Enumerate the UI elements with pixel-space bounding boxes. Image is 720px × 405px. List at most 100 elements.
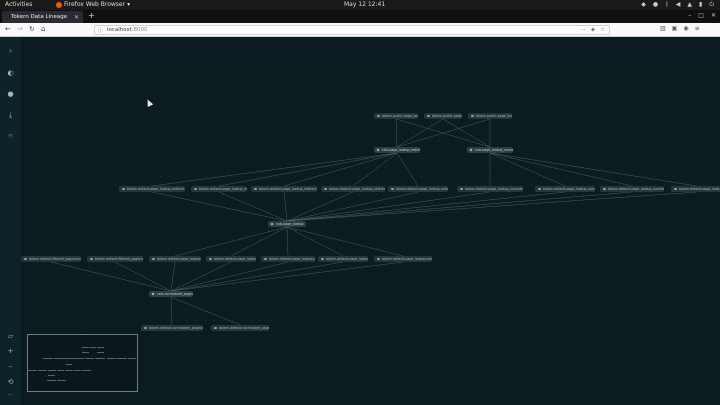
column-node[interactable]: tokern.default.filtered_pagecounts.date bbox=[21, 256, 81, 262]
column-node[interactable]: tokern.default.page_lookup_nonredirect.t… bbox=[600, 186, 664, 192]
column-node[interactable]: tokern.public.page_lookup_title bbox=[468, 113, 512, 119]
minimap[interactable] bbox=[27, 334, 138, 392]
bookmark-star-icon[interactable]: ☆ bbox=[600, 27, 605, 33]
lineage-canvas[interactable]: tokern.public.page_lookup tokern.public.p… bbox=[21, 37, 720, 405]
lineage-edge bbox=[489, 152, 633, 187]
minimize-icon[interactable]: – bbox=[688, 12, 691, 19]
column-node[interactable]: tokern.default.page_lookup_redirect.redi… bbox=[321, 186, 385, 192]
forward-icon[interactable]: → bbox=[17, 25, 23, 33]
lineage-edge bbox=[286, 191, 354, 222]
tab-bar: Tokern Data Lineage ✕ + – □ ✕ bbox=[0, 10, 720, 23]
column-node[interactable]: tokern.default.page_lookup.page_version bbox=[261, 256, 315, 262]
minimap-node bbox=[38, 369, 47, 371]
column-node[interactable]: tokern.default.page_lookup_nonredirect.p… bbox=[535, 186, 595, 192]
minimap-node bbox=[95, 358, 106, 360]
column-node[interactable]: tokern.default.page_lookup.true_title bbox=[206, 256, 256, 262]
lineage-edge bbox=[230, 226, 288, 257]
app-menu[interactable]: Firefox Web Browser ▾ bbox=[56, 1, 130, 8]
column-node[interactable]: tokern.default.page_lookup_redirect.page… bbox=[191, 186, 247, 192]
clock[interactable]: May 12 12:41 bbox=[344, 1, 385, 8]
lineage-edge bbox=[174, 226, 288, 257]
minimap-node bbox=[73, 369, 82, 371]
minimap-node bbox=[65, 369, 74, 371]
column-node[interactable]: tokern.default.page_lookup.redirect_id bbox=[318, 256, 368, 262]
model-node[interactable]: calc.page_lookup_nonredirect bbox=[467, 147, 513, 153]
system-tray[interactable]: ◆ ● ᛒ ◀ ▲ ▮ ⏻ bbox=[641, 1, 714, 9]
minimap-node bbox=[57, 380, 67, 382]
reload-icon[interactable]: ↻ bbox=[29, 25, 35, 33]
model-node[interactable]: calc.page_lookup_redirect bbox=[374, 147, 420, 153]
lineage-edge bbox=[286, 226, 289, 257]
zoom-in-icon[interactable]: + bbox=[5, 347, 16, 355]
minimap-node bbox=[107, 358, 117, 360]
activities-button[interactable]: Activities bbox=[5, 1, 32, 8]
download-icon[interactable]: ⤓ bbox=[5, 111, 16, 120]
column-node[interactable]: tokern.default.filtered_pagecounts.views bbox=[87, 256, 143, 262]
lineage-edge bbox=[489, 152, 698, 187]
column-node[interactable]: tokern.default.page_lookup.page_id bbox=[149, 256, 201, 262]
lineage-edge bbox=[283, 152, 398, 187]
tab-tokern-data-lineage[interactable]: Tokern Data Lineage ✕ bbox=[2, 11, 83, 23]
info-icon[interactable]: ⓘ bbox=[98, 27, 103, 34]
lineage-edge bbox=[218, 191, 288, 222]
lineage-edge bbox=[395, 118, 398, 148]
minimap-node bbox=[66, 364, 72, 365]
expand-icon[interactable]: › bbox=[5, 47, 16, 55]
database-icon[interactable]: ≋ bbox=[5, 132, 16, 140]
new-tab-button[interactable]: + bbox=[88, 11, 95, 20]
minimap-node bbox=[54, 358, 63, 360]
column-node[interactable]: tokern.default.page_lookup_nonredirect.t… bbox=[671, 186, 720, 192]
home-icon[interactable]: ⌂ bbox=[41, 25, 45, 33]
lineage-edge bbox=[170, 261, 289, 292]
battery-icon: ▮ bbox=[698, 1, 703, 8]
shield-icon: ◆ bbox=[641, 1, 646, 8]
zoom-level: ⋯ bbox=[8, 392, 13, 398]
column-node[interactable]: tokern.public.page_lookup bbox=[374, 113, 418, 119]
map-icon[interactable]: ▱ bbox=[5, 332, 16, 340]
lineage-edge bbox=[442, 118, 491, 148]
column-node[interactable]: tokern.public.page_lookup_id bbox=[424, 113, 462, 119]
maximize-icon[interactable]: □ bbox=[698, 12, 704, 19]
lineage-edge bbox=[170, 296, 241, 326]
model-node[interactable]: calc.normalized_pagecounts bbox=[149, 291, 193, 297]
account-icon[interactable]: ◉ bbox=[683, 25, 688, 32]
navigation-toolbar: ← → ↻ ⌂ ⓘ localhost:8000 ⋯ ◈ ☆ ▥ ▣ ◉ ≡ bbox=[0, 23, 720, 37]
fit-view-icon[interactable]: ⟲ bbox=[5, 378, 16, 386]
lineage-edge bbox=[489, 152, 566, 187]
page-actions-icon[interactable]: ⋯ bbox=[580, 27, 586, 33]
os-top-bar: Activities Firefox Web Browser ▾ May 12 … bbox=[0, 0, 720, 10]
column-node[interactable]: tokern.default.page_lookup.redirect_titl… bbox=[374, 256, 432, 262]
column-node[interactable]: tokern.default.page_lookup_nonredirect.r… bbox=[457, 186, 523, 192]
sidebar-icon[interactable]: ▣ bbox=[672, 25, 678, 32]
lineage-edge bbox=[151, 191, 288, 222]
menu-icon[interactable]: ≡ bbox=[695, 25, 700, 32]
github-icon[interactable]: ● bbox=[5, 90, 16, 98]
minimap-node bbox=[82, 369, 92, 371]
column-node[interactable]: tokern.default.normalized_pagecounts.pag… bbox=[211, 325, 269, 331]
lineage-edge bbox=[218, 152, 398, 187]
library-icon[interactable]: ▥ bbox=[660, 25, 666, 32]
model-node[interactable]: calc.page_lookup bbox=[268, 221, 306, 227]
pocket-icon[interactable]: ◈ bbox=[591, 27, 595, 33]
close-icon[interactable]: ✕ bbox=[74, 14, 79, 21]
contrast-icon[interactable]: ◐ bbox=[5, 69, 16, 77]
column-node[interactable]: tokern.default.page_lookup_redirect.true… bbox=[388, 186, 448, 192]
column-node[interactable]: tokern.default.page_lookup_redirect.page… bbox=[119, 186, 185, 192]
skype-icon: ● bbox=[652, 1, 659, 8]
lineage-edge bbox=[170, 261, 344, 292]
column-node[interactable]: tokern.default.normalized_pagecounts.pag… bbox=[141, 325, 203, 331]
lineage-edge bbox=[50, 261, 172, 292]
url-bar[interactable]: ⓘ localhost:8000 ⋯ ◈ ☆ bbox=[94, 25, 610, 35]
back-icon[interactable]: ← bbox=[5, 25, 11, 33]
lineage-edge bbox=[114, 261, 172, 292]
close-window-icon[interactable]: ✕ bbox=[711, 12, 716, 19]
power-icon: ⏻ bbox=[709, 1, 714, 8]
minimap-node bbox=[82, 352, 90, 354]
lineage-edge bbox=[286, 191, 419, 222]
column-node[interactable]: tokern.default.page_lookup_redirect.redi… bbox=[251, 186, 317, 192]
side-rail: › ◐ ● ⤓ ≋ ▱ + – ⟲ ⋯ bbox=[0, 37, 21, 405]
lineage-edge bbox=[396, 152, 419, 187]
tab-title: Tokern Data Lineage bbox=[11, 14, 68, 20]
minimap-node bbox=[117, 358, 128, 360]
zoom-out-icon[interactable]: – bbox=[5, 362, 16, 370]
